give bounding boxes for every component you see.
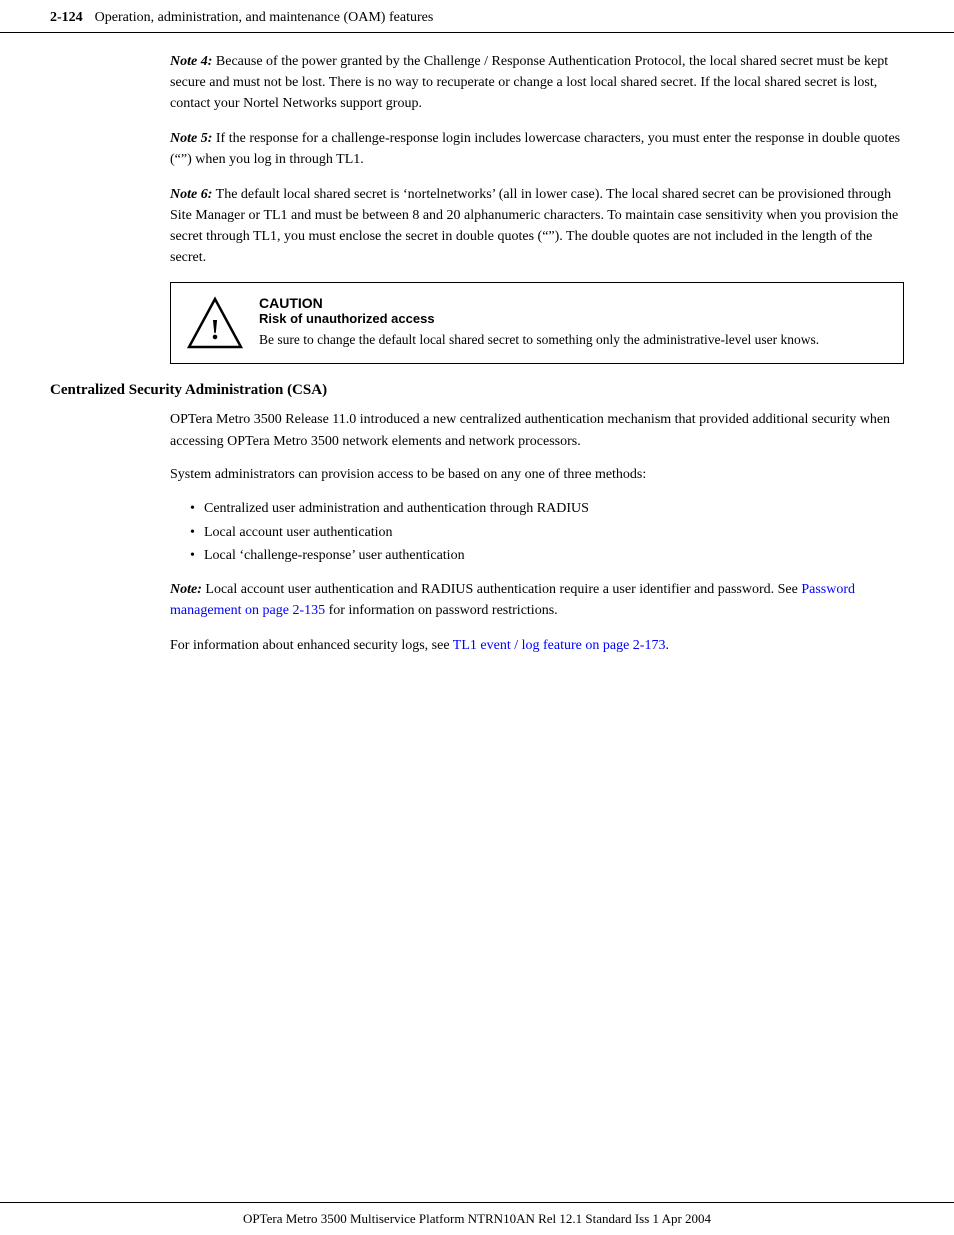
caution-body: Be sure to change the default local shar…	[259, 330, 887, 350]
note-csa-label: Note:	[170, 582, 202, 597]
svg-text:!: !	[210, 315, 219, 346]
csa-indented-content: OPTera Metro 3500 Release 11.0 introduce…	[170, 409, 904, 657]
bullet-item-2: Local account user authentication	[190, 522, 904, 544]
csa-para1: OPTera Metro 3500 Release 11.0 introduce…	[170, 409, 904, 452]
indented-content: Note 4: Because of the power granted by …	[170, 51, 904, 364]
page-header: 2-124 Operation, administration, and mai…	[0, 0, 954, 33]
caution-text-block: CAUTION Risk of unauthorized access Be s…	[259, 295, 887, 350]
footer-text: OPTera Metro 3500 Multiservice Platform …	[243, 1211, 711, 1227]
bullet-item-3: Local ‘challenge-response’ user authenti…	[190, 545, 904, 567]
note-4-text: Note 4: Because of the power granted by …	[170, 51, 904, 114]
note-4: Note 4: Because of the power granted by …	[170, 51, 904, 114]
page: 2-124 Operation, administration, and mai…	[0, 0, 954, 1235]
note-5-text: Note 5: If the response for a challenge-…	[170, 128, 904, 170]
note-csa: Note: Local account user authentication …	[170, 579, 904, 621]
note-csa-text: Note: Local account user authentication …	[170, 579, 904, 621]
section-heading-csa: Centralized Security Administration (CSA…	[50, 382, 904, 399]
caution-title: CAUTION	[259, 295, 887, 311]
caution-icon: !	[187, 295, 243, 351]
caution-box: ! CAUTION Risk of unauthorized access Be…	[170, 282, 904, 364]
csa-bullet-list: Centralized user administration and auth…	[190, 498, 904, 567]
note-5-label: Note 5:	[170, 131, 212, 146]
bullet-item-1: Centralized user administration and auth…	[190, 498, 904, 520]
para-logs-before: For information about enhanced security …	[170, 638, 453, 653]
caution-triangle-icon: !	[187, 295, 243, 351]
note-4-label: Note 4:	[170, 54, 212, 69]
tl1-event-log-link[interactable]: TL1 event / log feature on page 2-173	[453, 638, 666, 653]
note-6-body: The default local shared secret is ‘nort…	[170, 187, 898, 265]
para-logs-after: .	[665, 638, 669, 653]
page-number: 2-124	[50, 10, 83, 26]
note-6-label: Note 6:	[170, 187, 212, 202]
chapter-title: Operation, administration, and maintenan…	[95, 10, 434, 26]
page-content: Note 4: Because of the power granted by …	[0, 33, 954, 1202]
para-logs: For information about enhanced security …	[170, 635, 904, 657]
note-5-body: If the response for a challenge-response…	[170, 131, 900, 167]
note-csa-after-link: for information on password restrictions…	[325, 603, 558, 618]
page-footer: OPTera Metro 3500 Multiservice Platform …	[0, 1202, 954, 1235]
csa-para2: System administrators can provision acce…	[170, 464, 904, 486]
note-6-text: Note 6: The default local shared secret …	[170, 184, 904, 268]
note-4-body: Because of the power granted by the Chal…	[170, 54, 888, 111]
note-5: Note 5: If the response for a challenge-…	[170, 128, 904, 170]
note-6: Note 6: The default local shared secret …	[170, 184, 904, 268]
caution-subtitle: Risk of unauthorized access	[259, 311, 887, 326]
note-csa-before-link: Local account user authentication and RA…	[205, 582, 801, 597]
